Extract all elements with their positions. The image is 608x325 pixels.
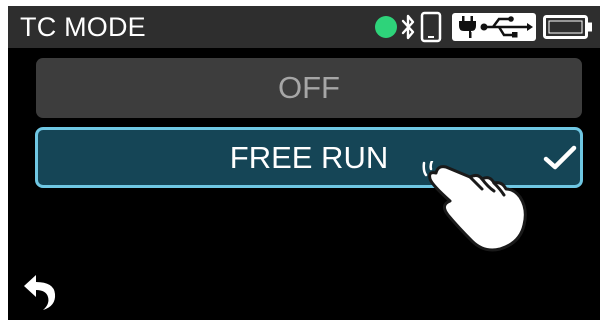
device-screen: TC MODE OFF FREE RUN <box>8 6 600 320</box>
checkmark-icon <box>543 145 577 170</box>
header-bar: TC MODE <box>8 6 600 48</box>
option-off-label: OFF <box>278 70 340 105</box>
option-off-button[interactable]: OFF <box>36 58 582 118</box>
screen-title: TC MODE <box>20 12 146 42</box>
status-indicator-icon <box>375 16 397 38</box>
smartphone-icon <box>420 11 442 43</box>
usb-power-icon <box>452 13 536 41</box>
option-free-run-label: FREE RUN <box>229 139 389 175</box>
bluetooth-icon <box>401 14 415 40</box>
back-arrow-icon[interactable] <box>22 272 56 312</box>
tapping-hand-icon <box>422 161 527 252</box>
battery-icon <box>543 15 592 39</box>
